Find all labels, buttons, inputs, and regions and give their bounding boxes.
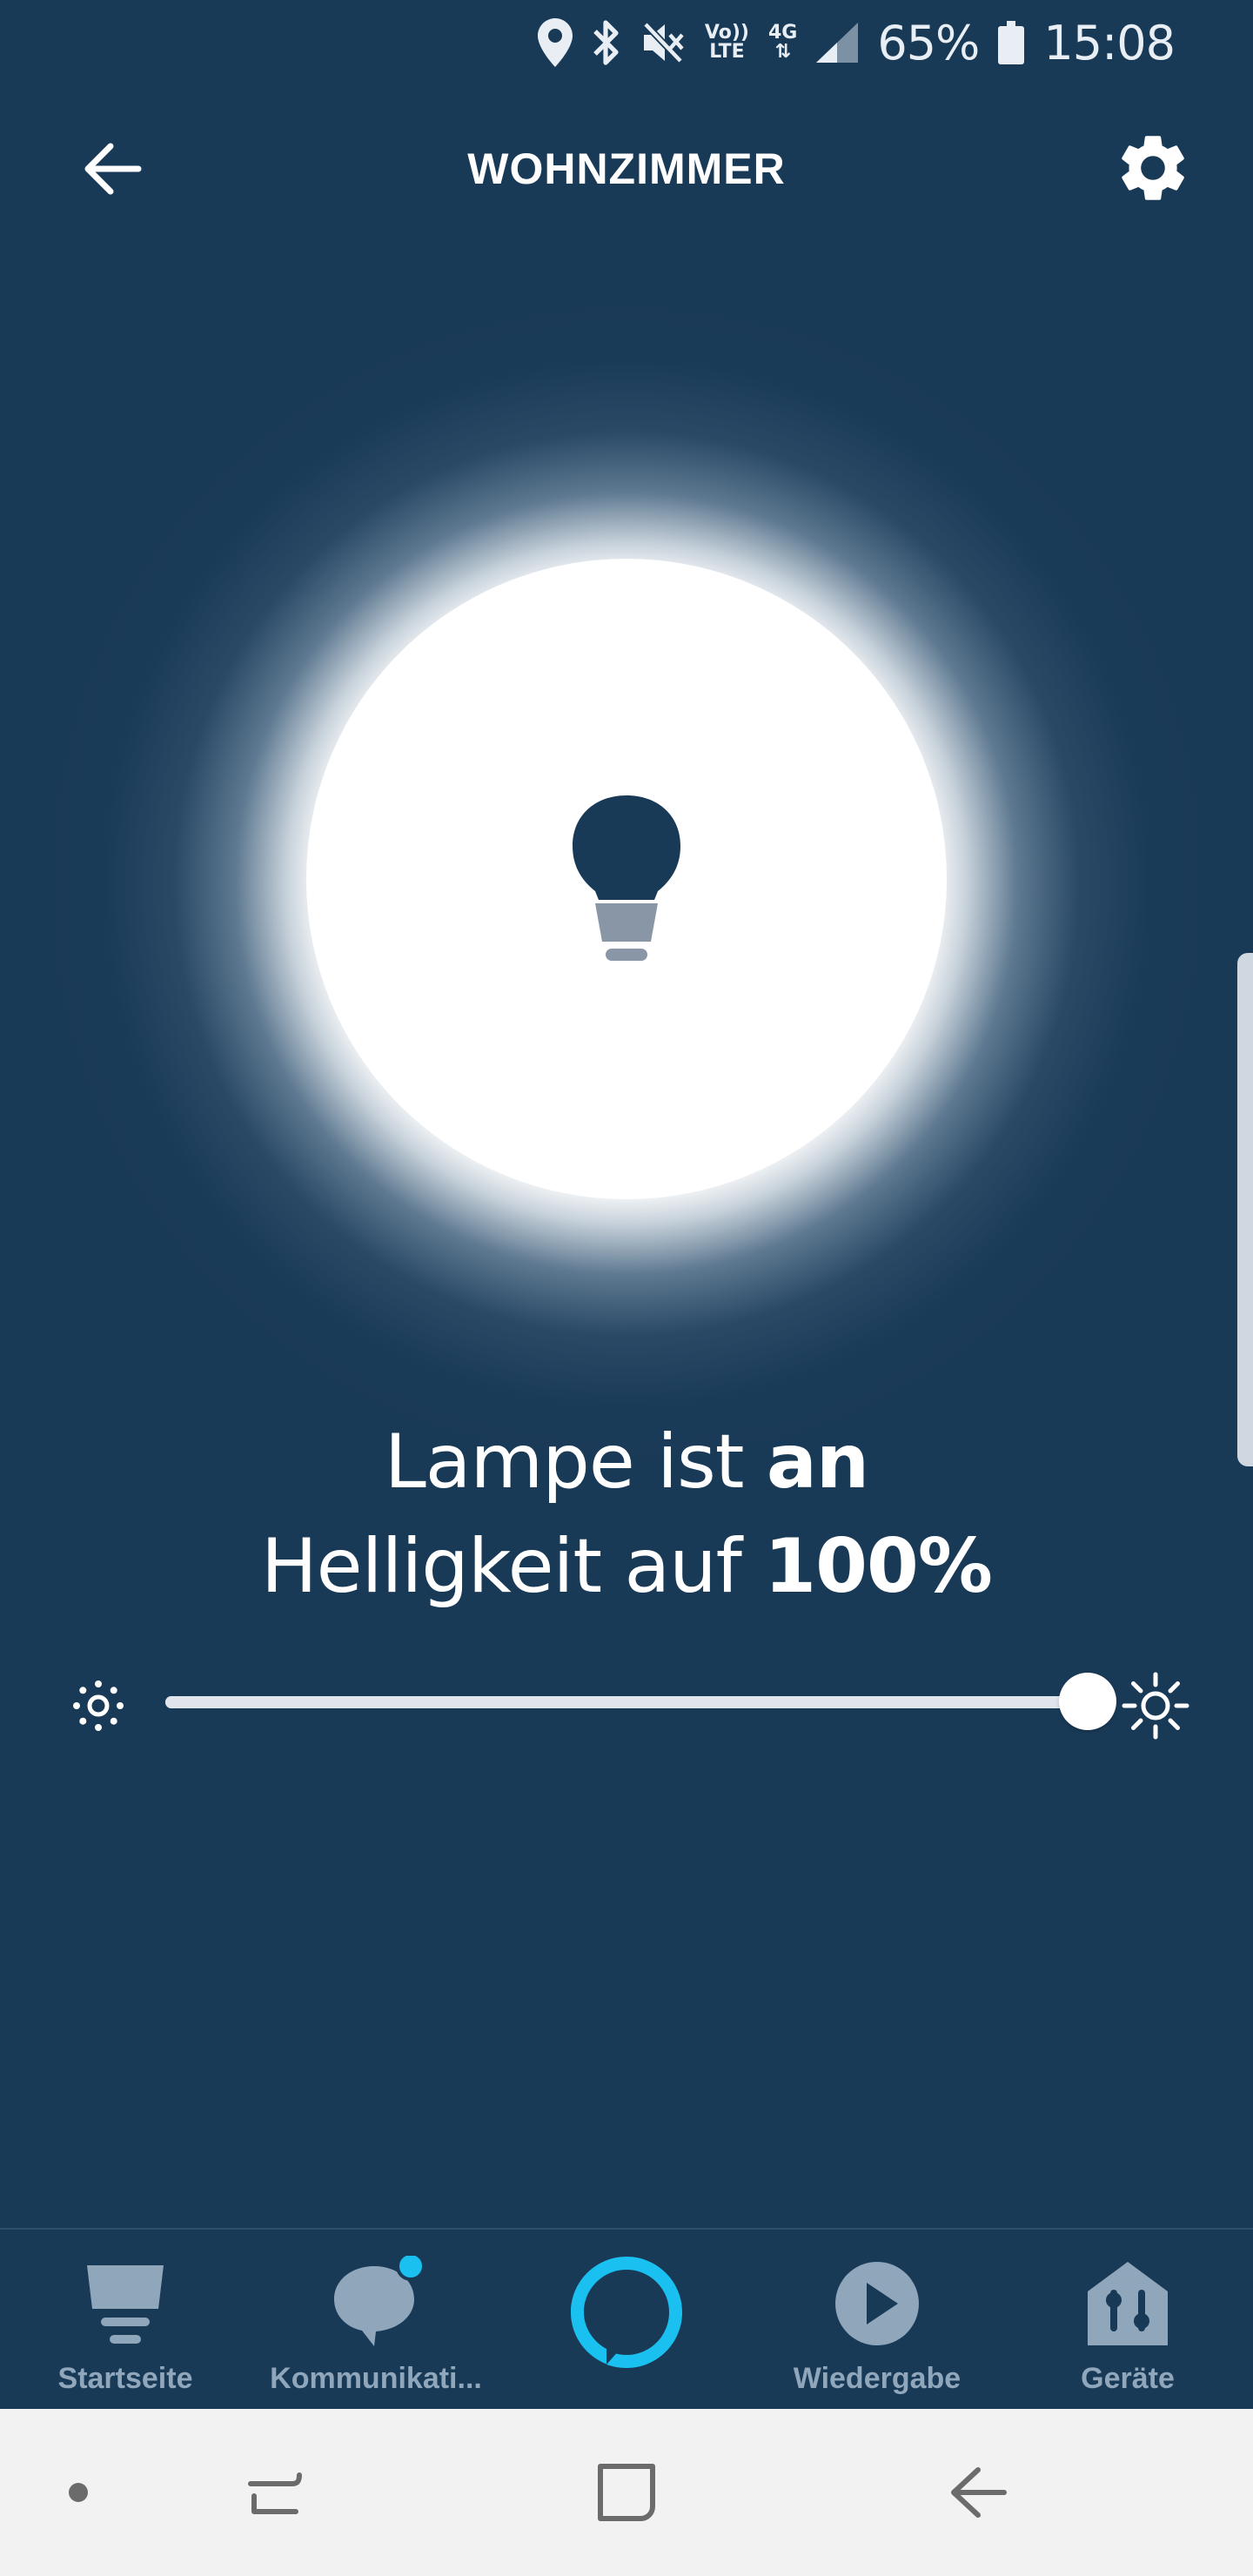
brightness-slider[interactable] — [165, 1696, 1088, 1708]
system-navigation-bar — [0, 2409, 1253, 2576]
nav-item-alexa[interactable] — [501, 2230, 752, 2411]
bottom-navigation: Startseite Kommunikati... Wiedergabe Ger… — [0, 2228, 1253, 2411]
nav-dot-button[interactable] — [35, 2449, 122, 2536]
mute-icon — [640, 21, 686, 64]
alexa-icon — [501, 2257, 752, 2368]
home-system-button[interactable] — [583, 2449, 670, 2536]
nav-label-play: Wiedergabe — [793, 2362, 962, 2395]
brightness-status-line: Helligkeit auf 100% — [0, 1514, 1253, 1619]
power-status-value: an — [766, 1419, 869, 1506]
dot-icon — [69, 2483, 88, 2502]
notification-dot — [396, 2256, 425, 2281]
chat-icon — [251, 2256, 501, 2351]
network-indicator: 4G ⇅ — [768, 23, 797, 62]
page-title: WOHNZIMMER — [467, 144, 786, 193]
brightness-slider-fill — [165, 1696, 1088, 1708]
devices-icon — [1002, 2256, 1253, 2351]
status-icons: Vo)) LTE 4G ⇅ 65% 15:08 — [537, 12, 1176, 73]
lamp-toggle-button[interactable] — [306, 559, 947, 1199]
back-system-button[interactable] — [935, 2449, 1022, 2536]
nav-item-home[interactable]: Startseite — [0, 2230, 251, 2411]
volte-indicator: Vo)) LTE — [705, 23, 749, 62]
volte-top-text: Vo)) — [704, 22, 749, 44]
app-bar: WOHNZIMMER — [0, 96, 1253, 226]
battery-percent: 65% — [877, 15, 980, 70]
brightness-high-icon — [1122, 1672, 1189, 1740]
status-bar: Vo)) LTE 4G ⇅ 65% 15:08 — [0, 0, 1253, 84]
volte-bottom-text: LTE — [709, 41, 745, 63]
brightness-low-icon — [73, 1680, 124, 1731]
clock: 15:08 — [1043, 15, 1176, 70]
brightness-status-value: 100% — [764, 1523, 993, 1610]
nav-label-home: Startseite — [57, 2362, 193, 2395]
settings-button[interactable] — [1105, 120, 1201, 216]
power-status-line: Lampe ist an — [0, 1410, 1253, 1514]
nav-item-communication[interactable]: Kommunikati... — [251, 2230, 501, 2411]
light-bulb-icon — [573, 795, 680, 961]
battery-icon — [998, 21, 1025, 64]
nav-label-communication: Kommunikati... — [270, 2362, 482, 2395]
gear-icon — [1122, 136, 1184, 200]
lamp-status: Lampe ist an Helligkeit auf 100% — [0, 1410, 1253, 1619]
recent-apps-icon — [248, 2472, 302, 2514]
location-icon — [537, 18, 573, 67]
recent-apps-button[interactable] — [233, 2449, 320, 2536]
nav-item-devices[interactable]: Geräte — [1002, 2230, 1253, 2411]
play-icon — [752, 2256, 1002, 2351]
brightness-status-prefix: Helligkeit auf — [261, 1523, 765, 1610]
nav-label-devices: Geräte — [1081, 2362, 1175, 2395]
brightness-control — [0, 1654, 1253, 1749]
data-arrows-icon: ⇅ — [774, 41, 791, 63]
brightness-slider-thumb[interactable] — [1059, 1673, 1116, 1730]
network-type: 4G — [767, 22, 798, 44]
signal-icon — [816, 23, 859, 63]
nav-item-play[interactable]: Wiedergabe — [752, 2230, 1002, 2411]
back-arrow-icon — [951, 2467, 1007, 2518]
power-status-prefix: Lampe ist — [384, 1419, 767, 1506]
bluetooth-icon — [592, 19, 621, 66]
edge-panel-handle[interactable] — [1237, 953, 1253, 1466]
home-icon — [0, 2256, 251, 2351]
home-square-icon — [598, 2464, 655, 2521]
